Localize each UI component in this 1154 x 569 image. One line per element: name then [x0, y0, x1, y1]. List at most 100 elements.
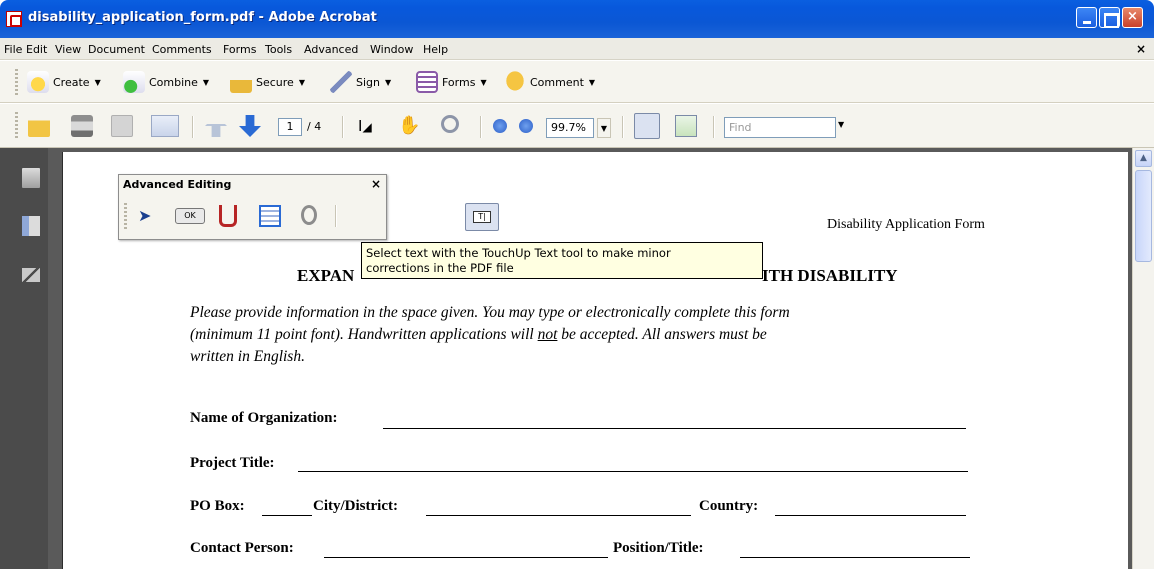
previous-page-icon[interactable] [205, 115, 227, 137]
minimize-button[interactable] [1076, 7, 1097, 28]
chevron-down-icon: ▼ [202, 77, 210, 87]
form-title-left: EXPAN [297, 266, 355, 285]
comment-label: Comment [530, 75, 584, 89]
pages-icon[interactable] [22, 168, 40, 188]
create-button[interactable]: Create ▼ [27, 70, 101, 94]
hand-tool-icon[interactable]: ✋ [398, 115, 420, 137]
country-label: Country: [699, 498, 759, 514]
city-district-label: City/District: [313, 498, 398, 514]
email-icon[interactable] [151, 115, 179, 137]
toolbar-separator [713, 116, 714, 138]
attachment-tool-icon[interactable] [301, 205, 317, 225]
navigation-pane [0, 148, 48, 569]
tooltip-line-2: corrections in the PDF file [366, 261, 514, 275]
chevron-down-icon: ▼ [385, 77, 392, 87]
fit-width-icon[interactable] [634, 113, 660, 139]
project-title-field[interactable] [298, 471, 968, 472]
palette-title: Advanced Editing [123, 178, 232, 191]
open-folder-icon[interactable] [28, 115, 50, 137]
vertical-scrollbar[interactable]: ▲ [1132, 148, 1154, 569]
comment-bubble-icon [504, 71, 526, 93]
lock-icon [230, 71, 252, 93]
instructions-emphasis: not [537, 326, 558, 343]
secure-button[interactable]: Secure ▼ [230, 70, 305, 94]
position-title-field[interactable] [740, 557, 970, 558]
close-window-button[interactable]: × [1122, 7, 1143, 28]
close-icon: × [1127, 9, 1138, 24]
acrobat-pdf-icon [6, 11, 22, 27]
po-box-field[interactable] [262, 515, 312, 516]
country-field[interactable] [775, 515, 966, 516]
menu-window[interactable]: Window [370, 43, 413, 56]
tasks-toolbar: Create ▼ Combine ▼ Secure ▼ Sign ▼ Forms… [0, 61, 1154, 103]
toolbar-grip[interactable] [124, 203, 127, 229]
window-title: disability_application_form.pdf - Adobe … [28, 10, 377, 25]
zoom-tool-icon[interactable] [441, 115, 459, 133]
zoom-dropdown-icon[interactable]: ▼ [597, 118, 611, 138]
combine-files-icon [123, 71, 145, 93]
scroll-thumb[interactable] [1135, 170, 1152, 262]
menu-advanced[interactable]: Advanced [304, 43, 358, 56]
crop-tool-icon[interactable] [259, 205, 281, 227]
sign-button[interactable]: Sign ▼ [330, 70, 391, 94]
select-object-icon[interactable]: ➤ [138, 205, 160, 227]
tooltip-line-1: Select text with the TouchUp Text tool t… [366, 246, 671, 260]
bookmarks-icon[interactable] [22, 216, 40, 236]
next-page-icon[interactable] [239, 115, 261, 137]
contact-person-label: Contact Person: [190, 540, 294, 556]
touchup-text-icon: T| [473, 211, 491, 223]
find-dropdown-icon[interactable]: ▼ [838, 120, 844, 129]
combine-button[interactable]: Combine ▼ [123, 70, 209, 94]
fit-page-icon[interactable] [675, 115, 697, 137]
button-tool-icon[interactable]: OK [175, 208, 205, 224]
position-title-label: Position/Title: [613, 540, 704, 556]
menu-view[interactable]: View [55, 43, 81, 56]
zoom-level-input[interactable]: 99.7% [546, 118, 594, 138]
instructions-line-2: (minimum 11 point font). Handwritten app… [190, 326, 767, 344]
toolbar-separator [622, 116, 623, 138]
maximize-button[interactable] [1099, 7, 1120, 28]
instructions-text: be accepted. All answers must be [557, 326, 767, 343]
chevron-down-icon: ▼ [298, 77, 305, 87]
toolbar-separator [342, 116, 343, 138]
forms-icon [416, 71, 438, 93]
find-input[interactable]: Find [724, 117, 836, 138]
document-close-icon[interactable]: × [1136, 42, 1146, 56]
signatures-icon[interactable] [22, 268, 40, 282]
toolbar-grip[interactable] [15, 69, 18, 95]
city-district-field[interactable] [426, 515, 691, 516]
touchup-tooltip: Select text with the TouchUp Text tool t… [361, 242, 763, 279]
toolbar-separator [480, 116, 481, 138]
forms-label: Forms [442, 75, 476, 89]
project-title-label: Project Title: [190, 455, 275, 471]
menu-document[interactable]: Document [88, 43, 145, 56]
zoom-out-icon[interactable] [493, 119, 507, 133]
pen-sign-icon [330, 71, 352, 93]
menu-tools[interactable]: Tools [265, 43, 292, 56]
menu-file[interactable]: File [4, 43, 22, 56]
toolbar-separator [192, 116, 193, 138]
zoom-in-icon[interactable] [519, 119, 533, 133]
toolbar-grip[interactable] [15, 112, 18, 138]
menu-bar: File Edit View Document Comments Forms T… [0, 38, 1154, 60]
secure-label: Secure [256, 75, 294, 89]
close-icon[interactable]: × [371, 177, 381, 191]
scroll-up-icon[interactable]: ▲ [1135, 150, 1152, 167]
select-text-tool-icon[interactable]: I◢ [358, 115, 380, 137]
print-icon[interactable] [71, 115, 93, 137]
org-name-field[interactable] [383, 428, 966, 429]
link-tool-icon[interactable] [219, 205, 237, 227]
chevron-down-icon: ▼ [480, 77, 487, 87]
comment-button[interactable]: Comment ▼ [504, 70, 595, 94]
menu-forms[interactable]: Forms [223, 43, 256, 56]
save-icon[interactable] [111, 115, 133, 137]
org-name-label: Name of Organization: [190, 410, 338, 426]
menu-help[interactable]: Help [423, 43, 448, 56]
touchup-text-tool-button[interactable]: T| [465, 203, 499, 231]
menu-edit[interactable]: Edit [26, 43, 47, 56]
chevron-down-icon: ▼ [588, 77, 596, 87]
menu-comments[interactable]: Comments [152, 43, 212, 56]
page-number-input[interactable]: 1 [278, 118, 302, 136]
forms-button[interactable]: Forms ▼ [416, 70, 487, 94]
contact-person-field[interactable] [324, 557, 608, 558]
